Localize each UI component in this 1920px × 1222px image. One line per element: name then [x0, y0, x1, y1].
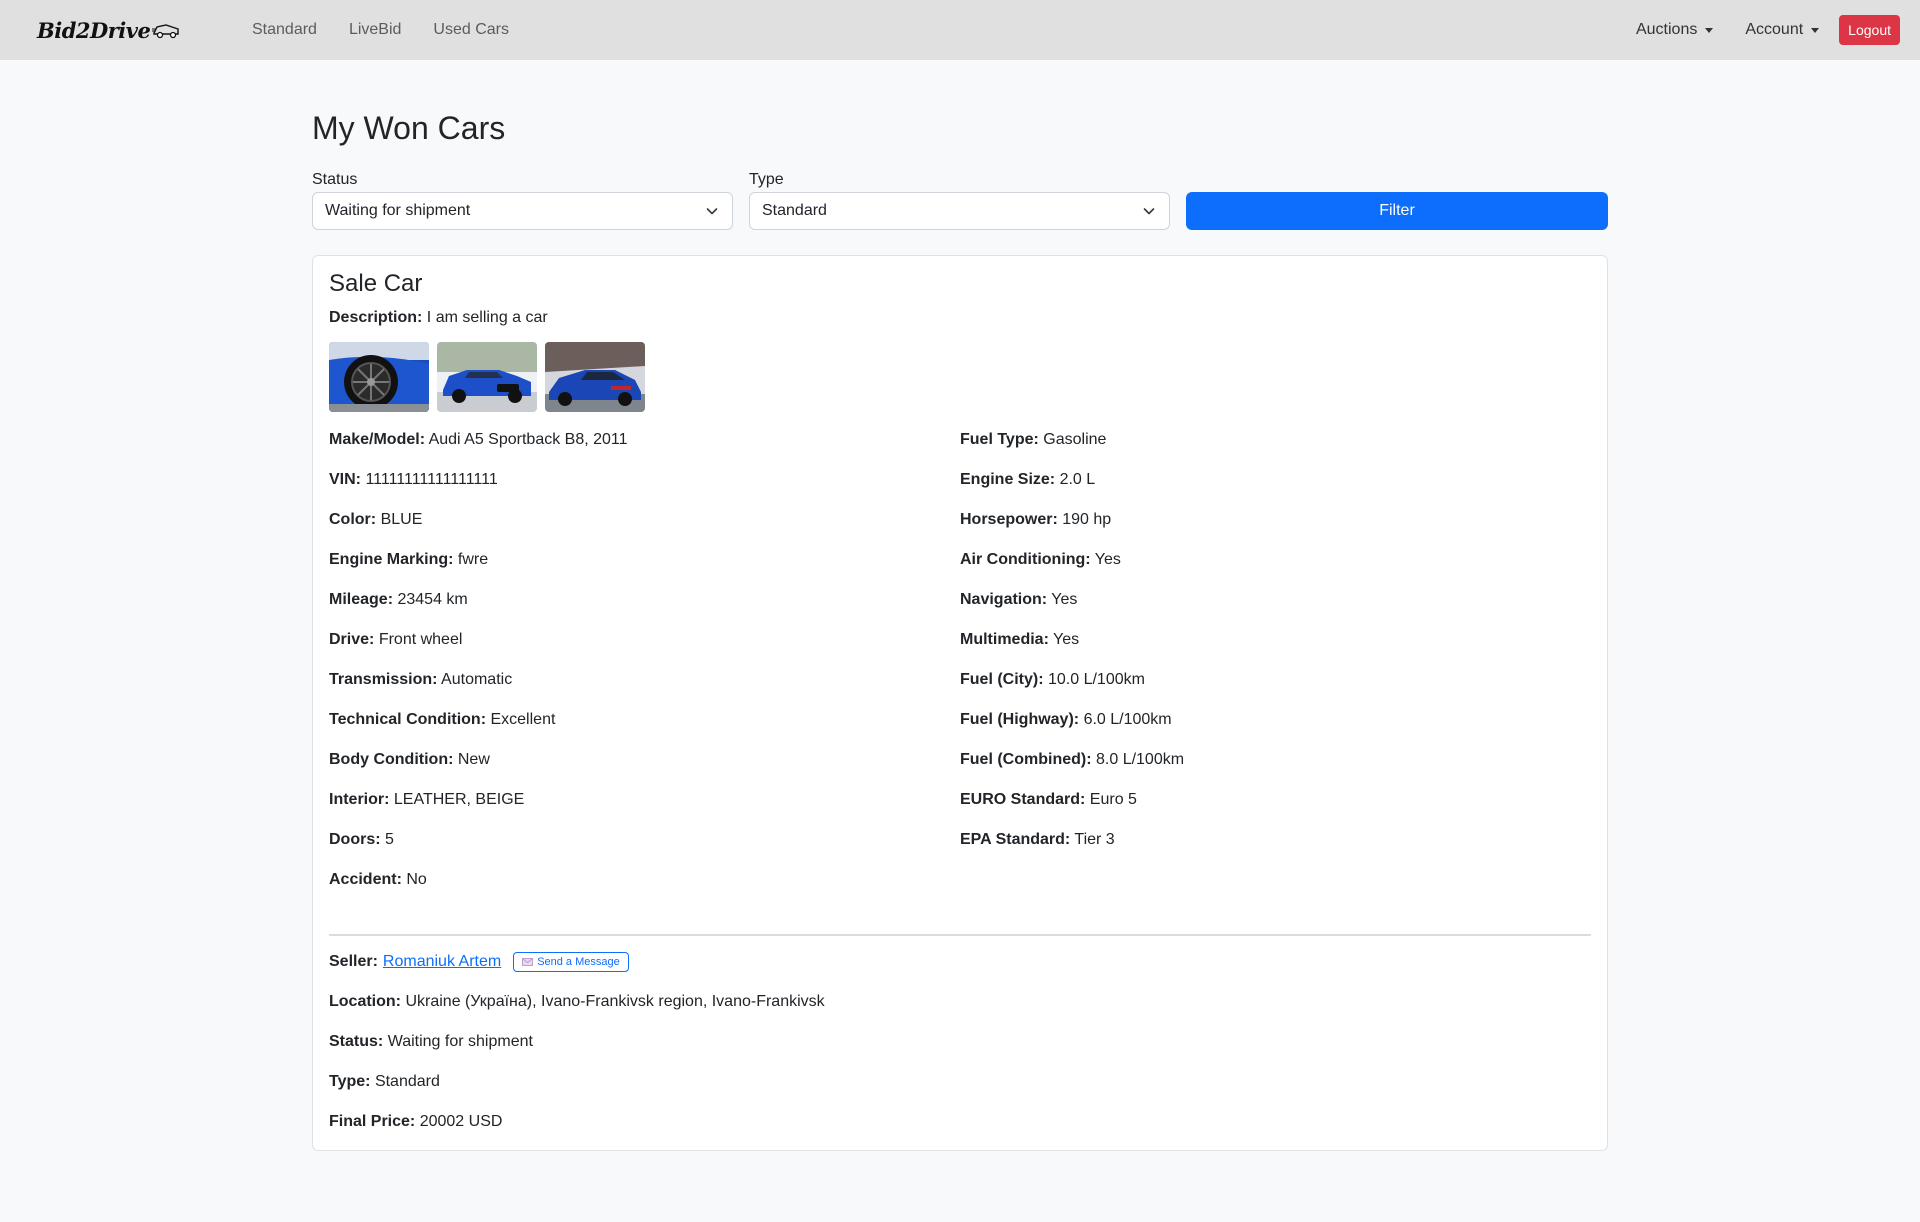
location-label: Location: [329, 993, 401, 1010]
spec-engine-size: Engine Size: 2.0 L [960, 471, 1096, 488]
status-value: Waiting for shipment [387, 1033, 533, 1050]
spec-accident: Accident: No [329, 871, 427, 888]
spec-doors: Doors: 5 [329, 831, 394, 848]
nav-link-livebid[interactable]: LiveBid [349, 21, 401, 39]
type-filter-group: Type Standard [749, 171, 1170, 230]
type-line: Type: Standard [329, 1070, 1591, 1094]
type-value: Standard [374, 1073, 440, 1090]
spec-technical-condition: Technical Condition: Excellent [329, 711, 556, 728]
caret-down-icon [1705, 27, 1714, 33]
won-car-card: Sale Car Description: I am selling a car [312, 255, 1608, 1151]
specs-right-column: Fuel Type: Gasoline Engine Size: 2.0 L H… [960, 428, 1591, 908]
location-line: Location: Ukraine (Україна), Ivano-Frank… [329, 990, 1591, 1014]
description-label: Description: [329, 309, 423, 326]
spec-mileage: Mileage: 23454 km [329, 591, 468, 608]
specs-grid: Make/Model: Audi A5 Sportback B8, 2011 V… [329, 428, 1591, 908]
final-price-value: 20002 USD [419, 1113, 503, 1130]
spec-navigation: Navigation: Yes [960, 591, 1078, 608]
type-label: Type: [329, 1073, 371, 1090]
page-title: My Won Cars [312, 110, 506, 146]
spec-transmission: Transmission: Automatic [329, 671, 513, 688]
type-select-value: Standard [762, 202, 827, 219]
account-dropdown[interactable]: Account [1745, 21, 1820, 39]
spec-euro-standard: EURO Standard: Euro 5 [960, 791, 1137, 808]
spec-color: Color: BLUE [329, 511, 423, 528]
status-filter-label: Status [312, 171, 358, 188]
spec-air-conditioning: Air Conditioning: Yes [960, 551, 1121, 568]
main-content: My Won Cars Status Waiting for shipment … [312, 60, 1608, 1151]
navbar: Bid2Drive Standard LiveBid Used Cars Auc… [0, 0, 1920, 60]
final-price-line: Final Price: 20002 USD [329, 1110, 1591, 1134]
spec-drive: Drive: Front wheel [329, 631, 463, 648]
status-filter-group: Status Waiting for shipment [312, 171, 733, 230]
spec-horsepower: Horsepower: 190 hp [960, 511, 1112, 528]
brand-name: Bid2Drive [37, 17, 151, 43]
caret-down-icon [1811, 27, 1820, 33]
description-line: Description: I am selling a car [329, 306, 1591, 330]
status-select-value: Waiting for shipment [325, 202, 471, 219]
car-photos [329, 342, 1591, 412]
chevron-down-icon [706, 208, 718, 215]
spec-make-model: Make/Model: Audi A5 Sportback B8, 2011 [329, 431, 628, 448]
car-front-photo[interactable] [437, 342, 537, 412]
seller-name-link[interactable]: Romaniuk Artem [383, 950, 501, 974]
chevron-down-icon [1143, 208, 1155, 215]
description-value: I am selling a car [426, 309, 548, 326]
status-select[interactable]: Waiting for shipment [312, 192, 733, 230]
nav-link-standard[interactable]: Standard [252, 21, 317, 39]
location-value: Ukraine (Україна), Ivano-Frankivsk regio… [405, 993, 825, 1010]
spec-fuel-combined: Fuel (Combined): 8.0 L/100km [960, 751, 1185, 768]
filter-button[interactable]: Filter [1186, 192, 1608, 230]
status-label: Status: [329, 1033, 384, 1050]
spec-fuel-highway: Fuel (Highway): 6.0 L/100km [960, 711, 1172, 728]
brand-logo[interactable]: Bid2Drive [37, 18, 252, 43]
spec-body-condition: Body Condition: New [329, 751, 490, 768]
car-title: Sale Car [329, 270, 423, 297]
spec-multimedia: Multimedia: Yes [960, 631, 1080, 648]
spec-vin: VIN: 11111111111111111 [329, 471, 498, 488]
nav-right: Auctions Account Logout [1636, 15, 1900, 45]
car-logo-icon [152, 24, 180, 39]
type-filter-label: Type [749, 171, 784, 188]
seller-line: Seller: Romaniuk Artem Send a Message [329, 950, 1591, 974]
status-line: Status: Waiting for shipment [329, 1030, 1591, 1054]
specs-left-column: Make/Model: Audi A5 Sportback B8, 2011 V… [329, 428, 960, 908]
final-price-label: Final Price: [329, 1113, 416, 1130]
filters-form: Status Waiting for shipment Type Standar… [312, 171, 1608, 230]
envelope-icon [522, 958, 534, 966]
car-rear-photo[interactable] [545, 342, 645, 412]
nav-link-used-cars[interactable]: Used Cars [433, 21, 509, 39]
logout-button[interactable]: Logout [1839, 15, 1900, 45]
auctions-label: Auctions [1635, 21, 1698, 38]
nav-links: Standard LiveBid Used Cars [252, 21, 509, 39]
seller-label: Seller: [329, 953, 378, 970]
spec-fuel-type: Fuel Type: Gasoline [960, 431, 1107, 448]
account-label: Account [1745, 21, 1804, 38]
send-message-button[interactable]: Send a Message [513, 952, 629, 972]
auctions-dropdown[interactable]: Auctions [1635, 21, 1714, 39]
send-message-label: Send a Message [537, 956, 620, 968]
spec-fuel-city: Fuel (City): 10.0 L/100km [960, 671, 1145, 688]
car-wheel-photo[interactable] [329, 342, 429, 412]
spec-epa-standard: EPA Standard: Tier 3 [960, 831, 1115, 848]
divider [329, 934, 1591, 936]
type-select[interactable]: Standard [749, 192, 1170, 230]
spec-engine-marking: Engine Marking: fwre [329, 551, 489, 568]
spec-interior: Interior: LEATHER, BEIGE [329, 791, 525, 808]
